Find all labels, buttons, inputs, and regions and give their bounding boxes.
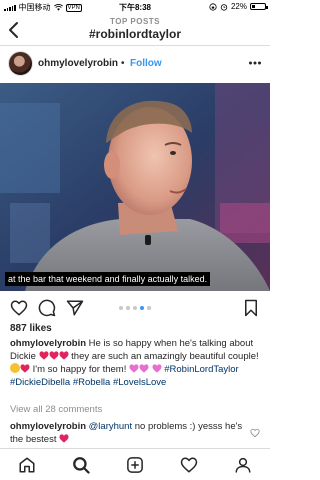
home-icon bbox=[19, 457, 35, 473]
comment-item: ohmylovelyrobin @laryhunt no problems :)… bbox=[10, 420, 246, 446]
top-bar: TOP POSTS #robinlordtaylor bbox=[0, 14, 270, 46]
video-subtitle: at the bar that weekend and finally actu… bbox=[5, 272, 211, 286]
status-bar: 中国移动 VPN 下午8:38 22% bbox=[0, 0, 270, 14]
page-title: #robinlordtaylor bbox=[88, 27, 181, 41]
plus-square-icon bbox=[127, 457, 143, 473]
carousel-dot bbox=[133, 306, 137, 310]
carousel-dot bbox=[119, 306, 123, 310]
carousel-dot bbox=[126, 306, 130, 310]
tv-still-photo bbox=[0, 83, 270, 291]
nav-home[interactable] bbox=[18, 456, 36, 474]
separator-dot: • bbox=[121, 58, 125, 69]
comment-mention[interactable]: @laryhunt bbox=[89, 421, 132, 432]
view-all-comments-link[interactable]: View all 28 comments bbox=[10, 404, 102, 415]
header-eyebrow: TOP POSTS bbox=[110, 17, 160, 26]
like-count[interactable]: 887 likes bbox=[10, 323, 52, 334]
follow-button[interactable]: Follow bbox=[130, 58, 162, 69]
nav-activity[interactable] bbox=[180, 456, 198, 474]
post-header: ohmylovelyrobin • Follow bbox=[0, 47, 270, 83]
nav-search[interactable] bbox=[72, 456, 90, 474]
red-heart-emoji-icon bbox=[59, 351, 69, 360]
pink-heart-emoji-icon bbox=[152, 364, 162, 373]
alarm-icon bbox=[220, 3, 228, 11]
red-heart-emoji-icon bbox=[39, 351, 49, 360]
heart-icon bbox=[250, 428, 260, 438]
carousel-indicator bbox=[0, 306, 270, 310]
profile-icon bbox=[235, 457, 251, 473]
nav-new-post[interactable] bbox=[126, 456, 144, 474]
battery-icon bbox=[250, 3, 268, 10]
lock-rotation-icon bbox=[209, 2, 217, 11]
bookmark-icon bbox=[245, 299, 257, 317]
caption-text-2: they are such an amazingly beautiful cou… bbox=[71, 351, 259, 362]
avatar[interactable] bbox=[8, 51, 33, 76]
red-heart-emoji-icon bbox=[20, 364, 30, 373]
pink-heart-emoji-icon bbox=[139, 364, 149, 373]
more-options-button[interactable] bbox=[248, 57, 262, 69]
red-heart-emoji-icon bbox=[59, 434, 69, 443]
caption-username[interactable]: ohmylovelyrobin bbox=[10, 338, 86, 349]
post-caption: ohmylovelyrobin He is so happy when he's… bbox=[10, 337, 262, 389]
post-image[interactable]: at the bar that weekend and finally actu… bbox=[0, 83, 270, 291]
search-icon bbox=[73, 457, 90, 474]
smile-emoji-icon bbox=[10, 363, 20, 373]
carousel-dot bbox=[140, 306, 144, 310]
bottom-navigation bbox=[0, 448, 270, 480]
red-heart-emoji-icon bbox=[49, 351, 59, 360]
post-username[interactable]: ohmylovelyrobin bbox=[38, 58, 118, 69]
comment-username[interactable]: ohmylovelyrobin bbox=[10, 421, 86, 432]
carousel-dot bbox=[147, 306, 151, 310]
pink-heart-emoji-icon bbox=[129, 364, 139, 373]
nav-profile[interactable] bbox=[234, 456, 252, 474]
battery-percent: 22% bbox=[230, 2, 247, 11]
caption-text-3: I'm so happy for them! bbox=[32, 364, 127, 375]
save-button[interactable] bbox=[242, 299, 260, 317]
heart-icon bbox=[180, 457, 198, 473]
more-horizontal-icon bbox=[249, 61, 261, 65]
post-actions bbox=[0, 292, 270, 322]
comment-like-button[interactable] bbox=[250, 428, 260, 438]
